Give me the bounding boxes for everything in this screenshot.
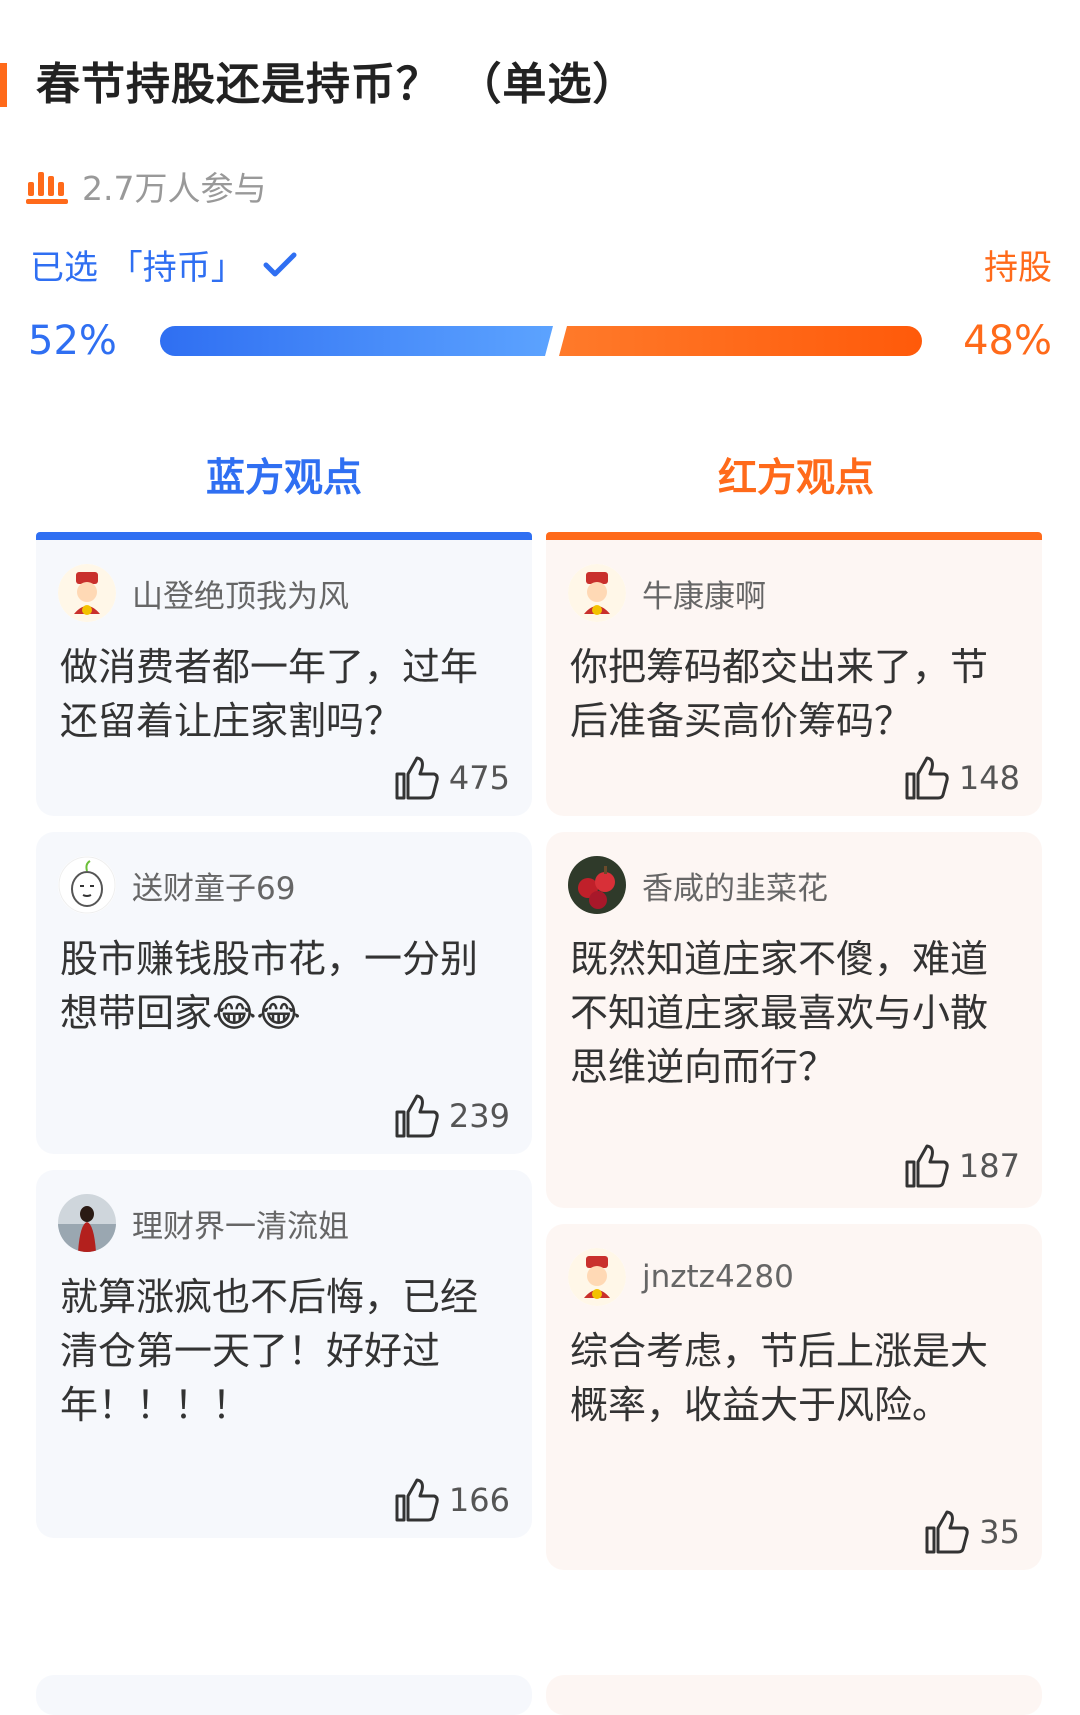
- left-percent: 52%: [28, 318, 117, 364]
- blue-views-column: 山登绝顶我为风 做消费者都一年了，过年还留着让庄家割吗？ 475 送财童子69 …: [36, 532, 532, 1554]
- post-card[interactable]: 理财界一清流姐 就算涨疯也不后悔，已经清仓第一天了！好好过年！！！！ 166: [36, 1170, 532, 1538]
- thumbs-up-icon: [925, 1510, 969, 1554]
- post-card[interactable]: 送财童子69 股市赚钱股市花，一分别想带回家😂😂 239: [36, 832, 532, 1154]
- like-count: 475: [448, 759, 510, 797]
- post-username[interactable]: 山登绝顶我为风: [132, 571, 349, 616]
- participants-info: 2.7万人参与: [26, 163, 266, 209]
- like-count: 239: [448, 1097, 510, 1135]
- post-text: 就算涨疯也不后悔，已经清仓第一天了！好好过年！！！！: [60, 1275, 479, 1427]
- thumbs-up-icon: [395, 1094, 439, 1138]
- fortune-god-avatar[interactable]: [568, 1248, 626, 1306]
- post-author: 理财界一清流姐: [58, 1194, 349, 1252]
- photo-avatar[interactable]: [58, 1194, 116, 1252]
- post-card-partial[interactable]: [546, 1675, 1042, 1715]
- thumbs-up-icon: [395, 1478, 439, 1522]
- post-author: 牛康康啊: [568, 564, 766, 622]
- like-button[interactable]: 166: [393, 1476, 510, 1524]
- selected-label: 已选 「持币」: [30, 248, 245, 288]
- post-author: jnztz4280: [568, 1248, 794, 1306]
- like-button[interactable]: 35: [923, 1508, 1020, 1556]
- thumbs-up-icon: [905, 1144, 949, 1188]
- red-column-accent: [546, 532, 1042, 540]
- post-card[interactable]: 香咸的韭菜花 既然知道庄家不傻，难道不知道庄家最喜欢与小散思维逆向而行？ 187: [546, 832, 1042, 1208]
- blue-column-accent: [36, 532, 532, 540]
- like-count: 166: [448, 1481, 510, 1519]
- participants-count: 2.7万人参与: [82, 169, 267, 208]
- post-text: 综合考虑，节后上涨是大概率，收益大于风险。: [570, 1329, 989, 1427]
- like-count: 35: [979, 1513, 1020, 1551]
- fortune-god-avatar[interactable]: [58, 564, 116, 622]
- like-button[interactable]: 239: [393, 1092, 510, 1140]
- post-username[interactable]: 香咸的韭菜花: [642, 863, 828, 908]
- post-author: 山登绝顶我为风: [58, 564, 349, 622]
- title-accent-bar: [0, 63, 7, 107]
- post-username[interactable]: 牛康康啊: [642, 571, 766, 616]
- cartoon-face-avatar[interactable]: [58, 856, 116, 914]
- post-author: 送财童子69: [58, 856, 295, 914]
- like-button[interactable]: 148: [903, 754, 1020, 802]
- tab-red-views[interactable]: 红方观点: [544, 447, 1048, 503]
- post-card[interactable]: jnztz4280 综合考虑，节后上涨是大概率，收益大于风险。 35: [546, 1224, 1042, 1570]
- thumbs-up-icon: [905, 756, 949, 800]
- like-count: 148: [958, 759, 1020, 797]
- post-username[interactable]: 理财界一清流姐: [132, 1201, 349, 1246]
- post-username[interactable]: jnztz4280: [642, 1259, 794, 1295]
- like-button[interactable]: 187: [903, 1142, 1020, 1190]
- post-text: 你把筹码都交出来了，节后准备买高价筹码？: [570, 645, 989, 743]
- post-card-partial[interactable]: [36, 1675, 532, 1715]
- vote-bar-blue: [160, 326, 553, 356]
- poll-title-row: 春节持股还是持币？ （单选）: [0, 55, 1080, 115]
- post-username[interactable]: 送财童子69: [132, 863, 295, 908]
- bar-chart-icon: [26, 172, 68, 204]
- post-text: 既然知道庄家不傻，难道不知道庄家最喜欢与小散思维逆向而行？: [570, 937, 989, 1089]
- selected-option: 已选 「持币」: [30, 240, 297, 289]
- option-hold-stocks[interactable]: 持股: [984, 240, 1052, 289]
- apple-photo-avatar[interactable]: [568, 856, 626, 914]
- vote-progress-bar: [160, 326, 922, 356]
- check-icon: [263, 252, 297, 276]
- post-text: 做消费者都一年了，过年还留着让庄家割吗？: [60, 645, 479, 743]
- fortune-god-avatar[interactable]: [568, 564, 626, 622]
- poll-title: 春节持股还是持币？ （单选）: [36, 59, 638, 110]
- post-author: 香咸的韭菜花: [568, 856, 828, 914]
- like-button[interactable]: 475: [393, 754, 510, 802]
- tab-blue-views[interactable]: 蓝方观点: [0, 447, 568, 503]
- post-text: 股市赚钱股市花，一分别想带回家😂😂: [60, 937, 479, 1035]
- like-count: 187: [958, 1147, 1020, 1185]
- red-views-column: 牛康康啊 你把筹码都交出来了，节后准备买高价筹码？ 148 香咸的韭菜花 既然知…: [546, 532, 1042, 1586]
- post-card[interactable]: 牛康康啊 你把筹码都交出来了，节后准备买高价筹码？ 148: [546, 540, 1042, 816]
- thumbs-up-icon: [395, 756, 439, 800]
- post-card[interactable]: 山登绝顶我为风 做消费者都一年了，过年还留着让庄家割吗？ 475: [36, 540, 532, 816]
- right-percent: 48%: [963, 318, 1052, 364]
- vote-bar-orange: [559, 326, 922, 356]
